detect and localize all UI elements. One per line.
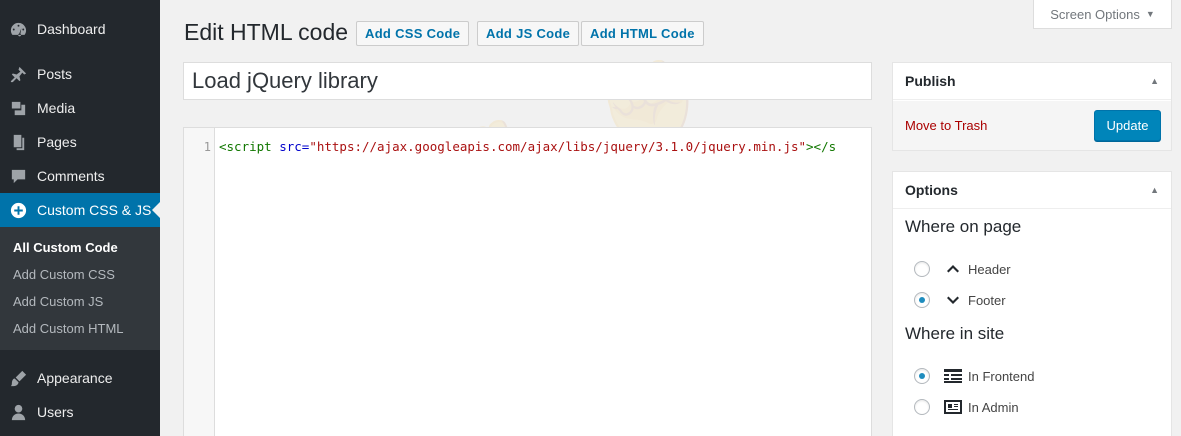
menu-users-label: Users [37,404,74,420]
pin-icon [0,65,37,84]
menu-users[interactable]: Users [0,395,160,429]
header-label: Header [968,261,1011,277]
brush-icon [0,369,37,388]
footer-radio[interactable] [914,292,930,308]
menu-pages-label: Pages [37,134,77,150]
collapse-arrow-icon[interactable]: ▲ [1150,185,1159,195]
plus-circle-icon [0,201,37,220]
options-heading: Options [905,182,958,198]
code-tag-close: ></s [806,139,837,154]
menu-pages[interactable]: Pages [0,125,160,159]
menu-dashboard[interactable]: Dashboard [0,12,160,46]
frontend-label: In Frontend [968,368,1035,384]
move-to-trash-link[interactable]: Move to Trash [905,118,987,133]
add-html-code-button[interactable]: Add HTML Code [581,21,704,46]
menu-posts-label: Posts [37,66,73,82]
editor-gutter: 1 [184,128,215,436]
publish-box-header[interactable]: Publish ▲ [893,63,1171,100]
menu-custom-css-js-label: Custom CSS & JS [37,202,152,218]
menu-dashboard-label: Dashboard [37,21,106,37]
post-title-input[interactable] [183,62,872,100]
menu-comments[interactable]: Comments [0,159,160,193]
screen-options-button[interactable]: Screen Options ▼ [1033,0,1172,29]
user-icon [0,403,37,422]
admin-label: In Admin [968,399,1019,415]
options-box-header[interactable]: Options ▲ [893,172,1171,209]
code-editor[interactable]: 1 <script src="https://ajax.googleapis.c… [183,127,872,436]
submenu-add-custom-css[interactable]: Add Custom CSS [0,261,160,288]
comment-icon [0,167,37,186]
line-number: 1 [203,140,211,154]
id-card-icon [942,399,964,415]
code-tag-open: <script [219,139,272,154]
option-admin[interactable]: In Admin [914,397,1019,417]
where-on-page-heading: Where on page [905,217,1022,236]
frontend-radio[interactable] [914,368,930,384]
menu-appearance-label: Appearance [37,370,113,386]
publish-heading: Publish [905,73,956,89]
option-header[interactable]: Header [914,259,1011,279]
layout-icon [942,368,964,384]
option-frontend[interactable]: In Frontend [914,366,1035,386]
code-attr: src= [271,139,310,154]
admin-radio[interactable] [914,399,930,415]
screen-options-label: Screen Options [1050,6,1140,22]
chevron-up-icon [942,261,964,277]
admin-sidebar: Dashboard Posts Media Pages Comments Cus… [0,0,160,436]
collapse-arrow-icon[interactable]: ▲ [1150,76,1159,86]
update-button[interactable]: Update [1094,110,1161,141]
menu-media[interactable]: Media [0,91,160,125]
code-string: "https://ajax.googleapis.com/ajax/libs/j… [309,139,807,154]
pages-icon [0,133,37,152]
chevron-down-icon [942,292,964,308]
menu-custom-css-js[interactable]: Custom CSS & JS [0,193,160,227]
page-title: Edit HTML code [184,19,349,45]
option-footer[interactable]: Footer [914,290,1006,310]
media-icon [0,99,37,118]
caret-down-icon: ▼ [1145,9,1155,19]
add-js-code-button[interactable]: Add JS Code [477,21,580,46]
footer-label: Footer [968,292,1006,308]
submenu-all-custom-code[interactable]: All Custom Code [0,234,160,261]
add-css-code-button[interactable]: Add CSS Code [356,21,470,46]
publish-box: Publish ▲ Move to Trash Update [892,62,1172,151]
options-box: Options ▲ Where on page Header Footer Wh… [892,171,1172,436]
menu-comments-label: Comments [37,168,105,184]
submenu-add-custom-html[interactable]: Add Custom HTML [0,315,160,342]
submenu-add-custom-js[interactable]: Add Custom JS [0,288,160,315]
menu-posts[interactable]: Posts [0,57,160,91]
menu-appearance[interactable]: Appearance [0,361,160,395]
publish-actions: Move to Trash Update [893,101,1171,150]
dashboard-icon [0,20,37,39]
custom-css-js-submenu: All Custom Code Add Custom CSS Add Custo… [0,227,160,350]
header-radio[interactable] [914,261,930,277]
where-in-site-heading: Where in site [905,324,1005,343]
code-line[interactable]: <script src="https://ajax.googleapis.com… [219,139,836,154]
menu-media-label: Media [37,100,76,116]
